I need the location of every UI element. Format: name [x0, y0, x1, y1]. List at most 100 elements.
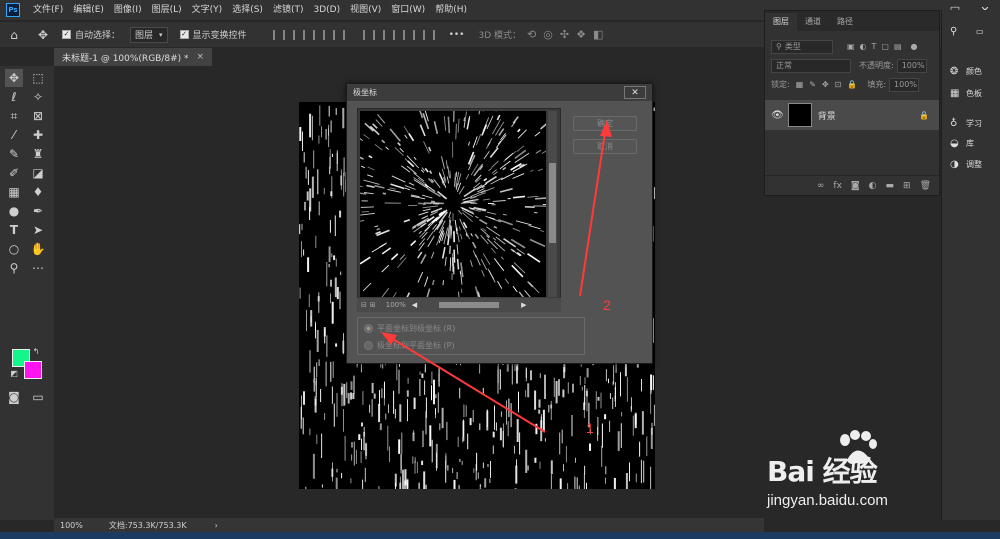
visibility-eye-icon[interactable]: 👁 — [771, 110, 784, 121]
orbit-3d-icon[interactable]: ⟲ — [527, 28, 536, 41]
align-right-icon[interactable] — [312, 29, 325, 40]
dock-item-adjustments[interactable]: ◑ 调整 — [950, 159, 982, 170]
menu-filter[interactable]: 滤镜(T) — [268, 0, 309, 20]
filter-toggle-icon[interactable]: ● — [911, 42, 918, 51]
zoom-level[interactable]: 100% — [60, 521, 83, 530]
dodge-tool-icon[interactable]: ● — [5, 202, 23, 220]
auto-select-target-dropdown[interactable]: 图层 ▾ — [130, 26, 168, 43]
rect-to-polar-radio[interactable]: 平面坐标到极坐标 (R) — [364, 323, 455, 334]
frame-tool-icon[interactable]: ⊠ — [29, 107, 47, 125]
eyedropper-icon[interactable]: ⁄ — [5, 126, 23, 144]
layer-row-background[interactable]: 👁 背景 🔒 — [765, 100, 939, 130]
tab-layers[interactable]: 图层 — [765, 13, 797, 31]
pen-tool-icon[interactable]: ✒ — [29, 202, 47, 220]
dock-item-color[interactable]: ❂ 颜色 — [950, 66, 982, 77]
scroll-right-icon[interactable]: ▶ — [521, 301, 526, 309]
blur-tool-icon[interactable]: ♦ — [29, 183, 47, 201]
dialog-close-button[interactable]: ✕ — [624, 86, 646, 99]
roll-3d-icon[interactable]: ◎ — [543, 28, 553, 41]
link-layers-icon[interactable]: ∞ — [817, 181, 825, 191]
distribute-top-icon[interactable] — [362, 29, 375, 40]
opacity-input[interactable]: 100% — [896, 58, 927, 73]
blend-mode-dropdown[interactable]: 正常 — [771, 58, 851, 73]
lock-icons[interactable]: ▦✎✥⊡🔒 — [796, 80, 864, 89]
tab-channels[interactable]: 通道 — [797, 13, 829, 31]
scrollbar-thumb[interactable] — [549, 163, 556, 243]
filter-type-icons[interactable]: ▣◐T▢▤ — [847, 42, 907, 51]
menu-select[interactable]: 选择(S) — [227, 0, 268, 20]
move-tool-icon[interactable]: ✥ — [28, 25, 58, 45]
menu-window[interactable]: 窗口(W) — [386, 0, 430, 20]
align-vertical-icon[interactable] — [332, 29, 345, 40]
lasso-tool-icon[interactable]: ℓ — [5, 88, 23, 106]
menu-image[interactable]: 图像(I) — [109, 0, 147, 20]
crop-tool-icon[interactable]: ⌗ — [5, 107, 23, 125]
adjustment-layer-icon[interactable]: ◐ — [869, 181, 877, 191]
screen-mode-icon[interactable]: ▭ — [29, 388, 47, 406]
eraser-tool-icon[interactable]: ◪ — [29, 164, 47, 182]
cancel-button[interactable]: 取消 — [573, 139, 637, 154]
dock-search[interactable]: ⚲ ▭ — [950, 26, 984, 37]
more-options-button[interactable]: ••• — [449, 25, 465, 45]
zoom-out-icon[interactable]: ⊟ — [361, 301, 367, 309]
hand-tool-icon[interactable]: ✋ — [29, 240, 47, 258]
edit-toolbar-icon[interactable]: ⋯ — [29, 259, 47, 277]
swap-colors-icon[interactable]: ↰ — [30, 345, 42, 357]
document-tab[interactable]: 未标题-1 @ 100%(RGB/8#) * × — [54, 48, 213, 66]
menu-edit[interactable]: 编辑(E) — [68, 0, 109, 20]
healing-brush-icon[interactable]: ✚ — [29, 126, 47, 144]
pan-3d-icon[interactable]: ✣ — [560, 28, 569, 41]
align-center-icon[interactable] — [292, 29, 305, 40]
filter-kind-dropdown[interactable]: ⚲ 类型 — [771, 39, 833, 54]
dialog-title-bar[interactable]: 极坐标 — [347, 84, 652, 101]
path-selection-icon[interactable]: ➤ — [29, 221, 47, 239]
delete-layer-icon[interactable]: 🗑 — [920, 181, 931, 191]
default-colors-icon[interactable]: ◩ — [8, 367, 20, 379]
filter-preview[interactable] — [360, 111, 546, 297]
close-tab-icon[interactable]: × — [197, 52, 205, 62]
magic-wand-icon[interactable]: ✧ — [29, 88, 47, 106]
marquee-tool-icon[interactable]: ⬚ — [29, 69, 47, 87]
polar-to-rect-radio[interactable]: 极坐标到平面坐标 (P) — [364, 340, 455, 351]
menu-file[interactable]: 文件(F) — [28, 0, 68, 20]
menu-type[interactable]: 文字(Y) — [187, 0, 228, 20]
add-mask-icon[interactable]: ◙ — [851, 181, 860, 191]
fill-input[interactable]: 100% — [889, 77, 920, 92]
workspace-icon[interactable]: ▭ — [976, 27, 984, 36]
distribute-horizontal-icon[interactable] — [422, 29, 435, 40]
ellipse-tool-icon[interactable]: ○ — [5, 240, 23, 258]
history-brush-icon[interactable]: ✐ — [5, 164, 23, 182]
new-group-icon[interactable]: ▬ — [886, 181, 895, 191]
home-icon[interactable]: ⌂ — [0, 25, 28, 45]
distribute-bottom-icon[interactable] — [402, 29, 415, 40]
slide-3d-icon[interactable]: ❖ — [576, 28, 586, 41]
dock-item-learn[interactable]: ♁ 学习 — [950, 118, 982, 129]
auto-select-checkbox[interactable]: ✓ 自动选择： — [58, 25, 124, 45]
gradient-tool-icon[interactable]: ▦ — [5, 183, 23, 201]
horizontal-scrollbar-thumb[interactable] — [439, 302, 500, 308]
brush-tool-icon[interactable]: ✎ — [5, 145, 23, 163]
scroll-left-icon[interactable]: ◀ — [412, 301, 417, 309]
tab-paths[interactable]: 路径 — [829, 13, 861, 31]
show-transform-checkbox[interactable]: ✓ 显示变换控件 — [176, 25, 251, 45]
zoom-in-icon[interactable]: ⊞ — [370, 301, 376, 309]
quick-mask-icon[interactable]: ◙ — [5, 388, 23, 406]
menu-help[interactable]: 帮助(H) — [430, 0, 472, 20]
type-tool-icon[interactable]: T — [5, 221, 23, 239]
dock-item-libraries[interactable]: ◒ 库 — [950, 138, 974, 149]
fx-icon[interactable]: fx — [833, 181, 842, 191]
menu-3d[interactable]: 3D(D) — [308, 0, 345, 20]
new-layer-icon[interactable]: ⊞ — [903, 181, 911, 191]
ok-button[interactable]: 确定 — [573, 116, 637, 131]
align-left-icon[interactable] — [272, 29, 285, 40]
preview-vertical-scrollbar[interactable] — [548, 111, 557, 297]
menu-view[interactable]: 视图(V) — [345, 0, 386, 20]
move-tool-icon[interactable]: ✥ — [5, 69, 23, 87]
camera-3d-icon[interactable]: ◧ — [593, 28, 603, 41]
distribute-middle-icon[interactable] — [382, 29, 395, 40]
menu-layer[interactable]: 图层(L) — [147, 0, 187, 20]
stamp-tool-icon[interactable]: ♜ — [29, 145, 47, 163]
status-menu-arrow[interactable]: › — [215, 521, 218, 530]
zoom-tool-icon[interactable]: ⚲ — [5, 259, 23, 277]
dock-item-swatches[interactable]: ▦ 色板 — [950, 88, 982, 99]
